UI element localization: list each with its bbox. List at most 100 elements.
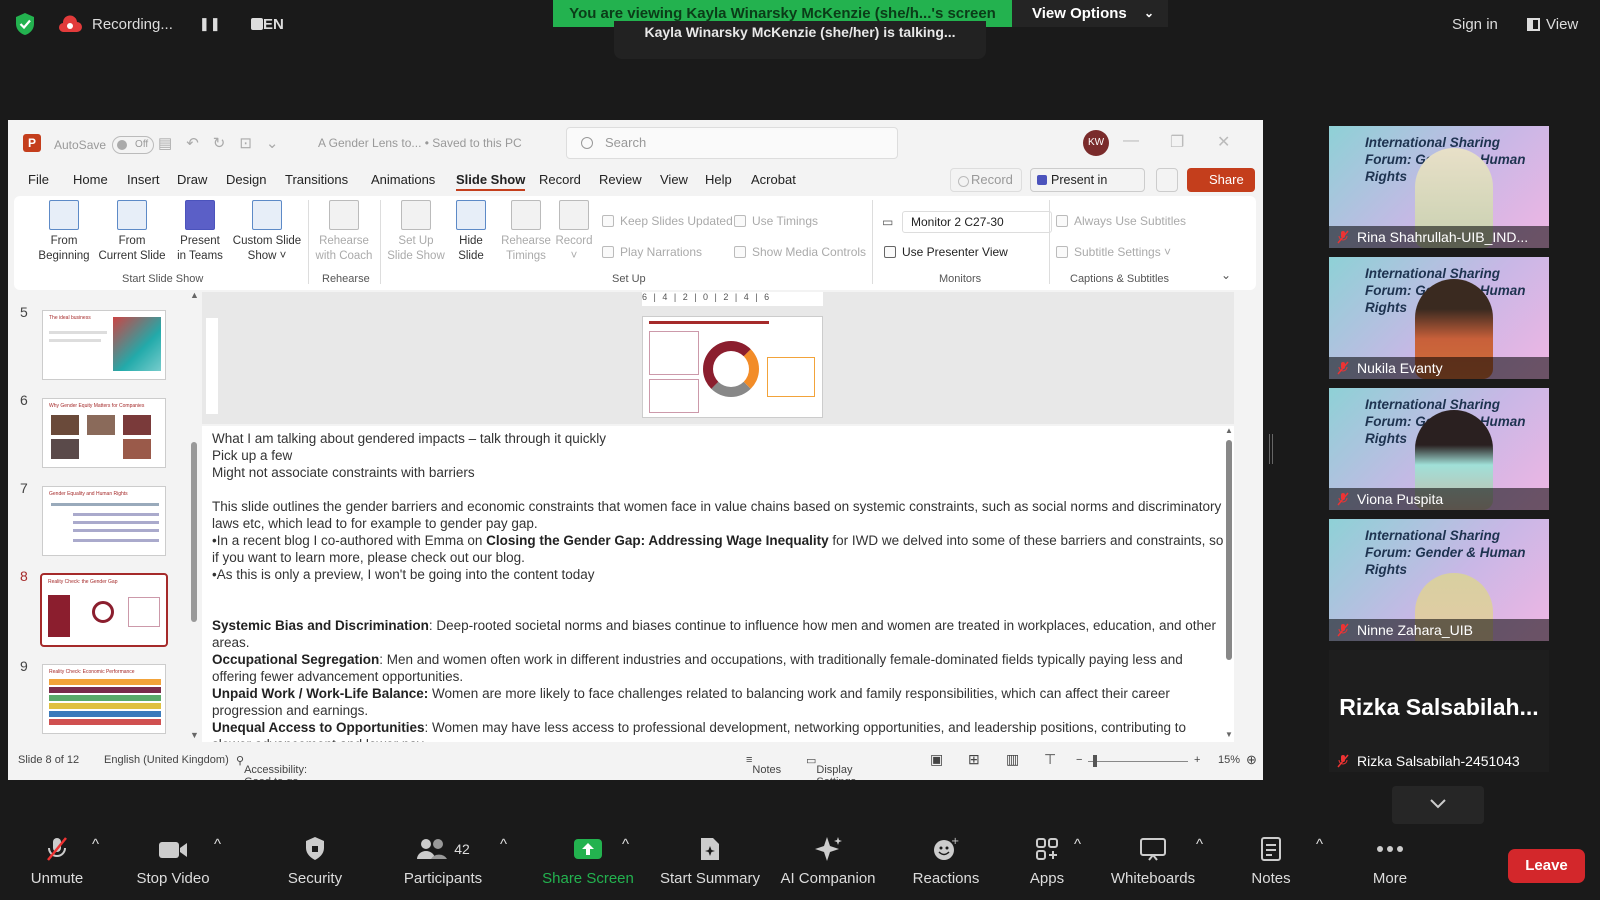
zoom-level[interactable]: 15% (1218, 754, 1240, 766)
record-button[interactable]: Record (950, 168, 1022, 192)
tab-insert[interactable]: Insert (127, 172, 160, 187)
tab-view[interactable]: View (660, 172, 688, 187)
zoom-slider[interactable] (1088, 761, 1188, 762)
resize-handle[interactable] (1269, 434, 1273, 464)
current-slide[interactable] (642, 316, 823, 418)
rehearse-timings-button[interactable]: Rehearse Timings (498, 200, 554, 264)
subtitle-settings-button[interactable]: Subtitle Settings ˅ (1056, 245, 1171, 259)
from-beginning-button[interactable]: From Beginning (32, 200, 96, 264)
slide-thumbnail[interactable]: The ideal business (42, 310, 166, 380)
hide-slide-button[interactable]: Hide Slide (448, 200, 494, 264)
undo-icon[interactable]: ↶ (186, 134, 199, 152)
search-input[interactable]: Search (566, 127, 898, 159)
participant-tile[interactable]: International Sharing Forum: Gender & Hu… (1329, 519, 1549, 641)
show-more-participants-button[interactable] (1392, 786, 1484, 824)
scroll-up-icon[interactable]: ▲ (1225, 426, 1233, 435)
scroll-down-icon[interactable]: ▼ (190, 730, 199, 740)
recording-indicator[interactable]: Recording... ❚❚ (58, 14, 263, 34)
participants-button[interactable]: 42 Participants (398, 836, 488, 887)
pause-recording-icon[interactable]: ❚❚ (199, 16, 221, 32)
ai-companion-button[interactable]: AI Companion (776, 836, 880, 887)
fit-to-window-icon[interactable]: ⊕ (1246, 752, 1257, 768)
video-options-caret-icon[interactable]: ^ (214, 836, 221, 853)
slide-thumbnail[interactable]: Why Gender Equity Matters for Companies (42, 398, 166, 468)
apps-button[interactable]: Apps (1022, 836, 1072, 887)
redo-icon[interactable]: ↻ (213, 134, 226, 152)
participant-tile[interactable]: International Sharing Forum: Gender & Hu… (1329, 257, 1549, 379)
participants-caret-icon[interactable]: ^ (500, 836, 507, 853)
reactions-button[interactable]: + Reactions (904, 836, 988, 887)
tab-file[interactable]: File (28, 172, 49, 187)
slide-thumbnail-selected[interactable]: Reality Check: the Gender Gap (40, 573, 168, 647)
tab-transitions[interactable]: Transitions (285, 172, 348, 187)
monitor-select[interactable]: Monitor 2 C27-30 (902, 211, 1052, 233)
tab-animations[interactable]: Animations (371, 172, 435, 187)
collapse-ribbon-icon[interactable]: ⌄ (1221, 268, 1231, 282)
participant-tile[interactable]: International Sharing Forum: Gender & Hu… (1329, 388, 1549, 510)
tab-draw[interactable]: Draw (177, 172, 207, 187)
autosave-toggle[interactable]: AutoSave Off (54, 136, 155, 154)
stop-video-button[interactable]: Stop Video (132, 836, 214, 887)
tab-review[interactable]: Review (599, 172, 642, 187)
slide-thumbnail[interactable]: Gender Equality and Human Rights (42, 486, 166, 556)
tab-acrobat[interactable]: Acrobat (751, 172, 796, 187)
use-timings-checkbox[interactable]: Use Timings (734, 214, 818, 228)
zoom-out-icon[interactable]: − (1076, 754, 1082, 766)
present-icon[interactable]: ⊡ (239, 134, 252, 152)
comments-button[interactable] (1156, 168, 1178, 192)
share-options-caret-icon[interactable]: ^ (622, 836, 629, 853)
scroll-thumb[interactable] (191, 442, 197, 622)
close-icon[interactable]: ✕ (1217, 132, 1230, 152)
view-options-button[interactable]: View Options ⌄ (1012, 0, 1168, 27)
audio-options-caret-icon[interactable]: ^ (92, 836, 99, 853)
use-presenter-view-checkbox[interactable]: Use Presenter View (884, 245, 1008, 259)
notes-button[interactable]: Notes (1246, 836, 1296, 887)
slide-thumbnail[interactable]: Reality Check: Economic Performance (42, 664, 166, 734)
more-button[interactable]: More (1362, 836, 1418, 887)
show-media-controls-checkbox[interactable]: Show Media Controls (734, 245, 866, 259)
present-in-teams-button[interactable]: Present in Teams (1030, 168, 1145, 209)
customize-icon[interactable]: ⌄ (266, 134, 279, 152)
avatar[interactable]: KW (1083, 130, 1109, 156)
notes-scrollbar[interactable]: ▲ ▼ (1224, 424, 1234, 742)
participant-tile[interactable]: International Sharing Forum: Gender & Hu… (1329, 126, 1549, 248)
present-in-teams-ribbon-button[interactable]: Present in Teams (170, 200, 230, 264)
language-status[interactable]: English (United Kingdom) (104, 754, 229, 766)
custom-slide-show-button[interactable]: Custom Slide Show ˅ (230, 200, 304, 264)
tab-record[interactable]: Record (539, 172, 581, 187)
slide-sorter-icon[interactable]: ⊞ (968, 751, 980, 768)
start-summary-button[interactable]: Start Summary (656, 836, 764, 887)
share-button[interactable]: Share (1187, 168, 1255, 192)
accessibility-status[interactable]: ⚲ Accessibility: Good to go (236, 754, 307, 780)
keep-slides-updated-checkbox[interactable]: Keep Slides Updated (602, 214, 733, 228)
sign-in-link[interactable]: Sign in (1452, 16, 1498, 33)
set-up-slide-show-button[interactable]: Set Up Slide Show (384, 200, 448, 264)
slideshow-view-icon[interactable]: ⊤ (1044, 751, 1056, 768)
language-selector[interactable]: EN (263, 16, 284, 33)
shield-check-icon[interactable] (14, 12, 36, 36)
apps-caret-icon[interactable]: ^ (1074, 836, 1081, 853)
tab-slide-show[interactable]: Slide Show (456, 172, 526, 191)
whiteboards-caret-icon[interactable]: ^ (1196, 836, 1203, 853)
whiteboards-button[interactable]: Whiteboards (1108, 836, 1198, 887)
normal-view-icon[interactable]: ▣ (930, 751, 943, 768)
play-narrations-checkbox[interactable]: Play Narrations (602, 245, 702, 259)
notes-caret-icon[interactable]: ^ (1316, 836, 1323, 853)
always-use-subtitles-checkbox[interactable]: Always Use Subtitles (1056, 214, 1186, 228)
speaker-notes[interactable]: What I am talking about gendered impacts… (202, 426, 1234, 742)
tab-help[interactable]: Help (705, 172, 732, 187)
maximize-icon[interactable]: ❐ (1170, 132, 1184, 152)
record-ribbon-button[interactable]: Record ˅ (552, 200, 596, 264)
zoom-in-icon[interactable]: + (1194, 754, 1200, 766)
scroll-thumb[interactable] (1226, 440, 1232, 660)
from-current-slide-button[interactable]: From Current Slide (96, 200, 168, 264)
scroll-down-icon[interactable]: ▼ (1225, 730, 1233, 739)
reading-view-icon[interactable]: ▥ (1006, 751, 1019, 768)
rehearse-with-coach-button[interactable]: Rehearse with Coach (312, 200, 376, 264)
tab-design[interactable]: Design (226, 172, 266, 187)
view-layout-button[interactable]: View (1527, 16, 1578, 33)
minimize-icon[interactable]: — (1123, 132, 1139, 150)
stop-recording-icon[interactable] (250, 18, 263, 30)
unmute-button[interactable]: Unmute (26, 836, 88, 887)
save-icon[interactable]: ▤ (158, 134, 172, 152)
